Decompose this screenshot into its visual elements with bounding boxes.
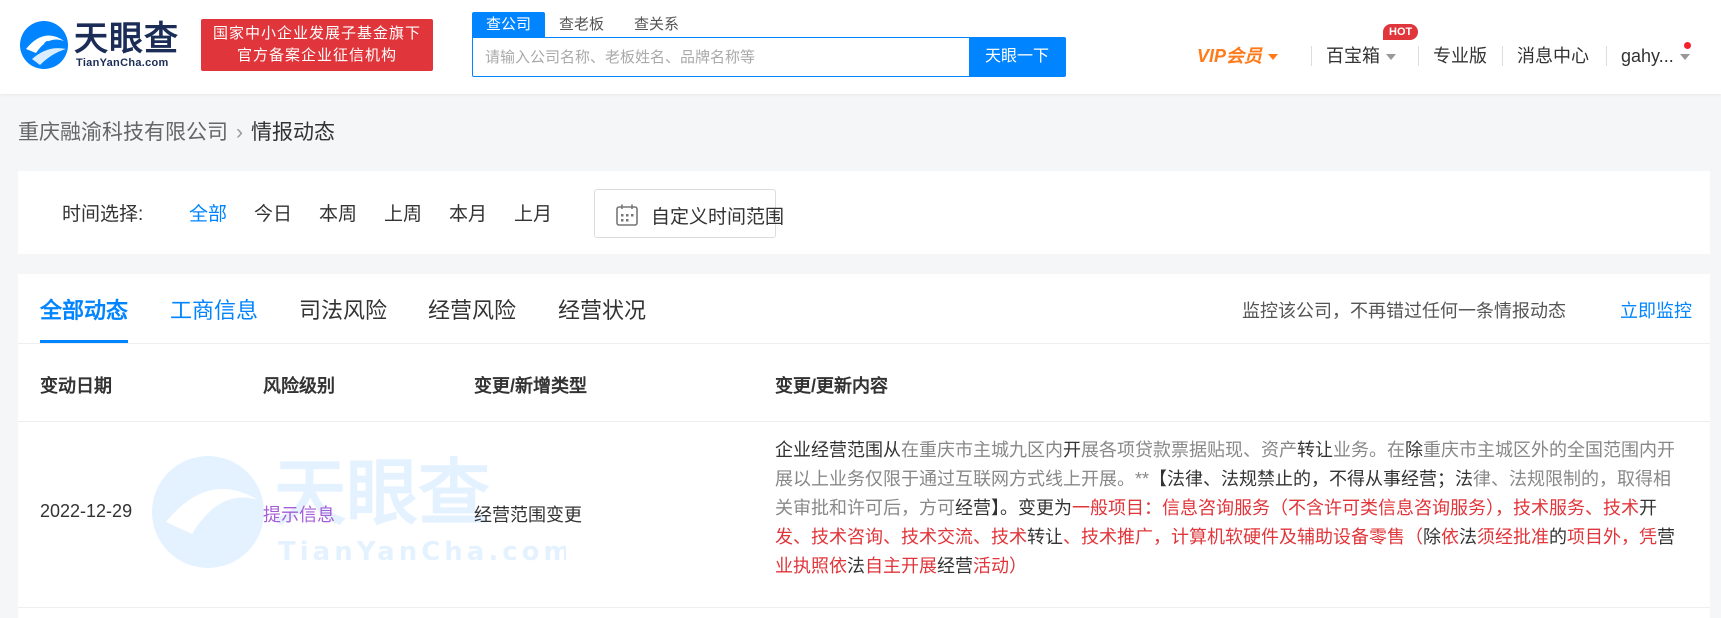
user-menu[interactable]: gahy...: [1621, 44, 1690, 68]
notification-dot: [1684, 42, 1691, 49]
risk-level: 提示信息: [263, 505, 335, 525]
content-segment: 营: [1657, 527, 1675, 547]
nav-divider: [1502, 46, 1503, 66]
change-type: 经营范围变更: [474, 505, 582, 525]
content-segment: 开: [1063, 440, 1081, 460]
content-segment: 展各项贷款票据贴现、资产: [1081, 440, 1297, 460]
content-segment: 发、技术咨询、技术交流、技术: [775, 527, 1027, 547]
custom-time-range-button[interactable]: 自定义时间范围: [594, 189, 784, 238]
svg-text:TianYanCha.com: TianYanCha.com: [278, 537, 566, 567]
top-header: 天眼查 TianYanCha.com 国家中小企业发展子基金旗下 官方备案企业征…: [0, 0, 1721, 94]
official-badge: 国家中小企业发展子基金旗下 官方备案企业征信机构: [201, 19, 433, 71]
tab-operating-risk[interactable]: 经营风险: [428, 296, 516, 326]
hot-badge: HOT: [1383, 24, 1419, 40]
content-segment: 、技术推广，计算机软硬件及辅助设备零售（: [1063, 527, 1423, 547]
category-tabs: 全部动态 工商信息 司法风险 经营风险 经营状况 监控该公司，不再错过任何一条情…: [18, 274, 1710, 344]
nav-divider: [1311, 46, 1312, 66]
table-header: 变动日期 风险级别 变更/新增类型 变更/更新内容: [18, 344, 1710, 422]
column-header-content: 变更/更新内容: [775, 376, 889, 396]
column-header-date: 变动日期: [40, 376, 112, 396]
logo-text: 天眼查: [74, 20, 179, 58]
vip-member-menu[interactable]: VIP会员: [1197, 44, 1279, 68]
tab-business-info[interactable]: 工商信息: [170, 296, 258, 326]
search-box: 天眼一下: [472, 37, 1066, 77]
content-segment: 业执照依: [775, 556, 847, 576]
chevron-down-icon: [1679, 54, 1690, 61]
content-segment: 的: [1549, 527, 1567, 547]
content-segment: 转让: [1027, 527, 1063, 547]
content-segment: 开: [1639, 498, 1657, 518]
tianyancha-logo[interactable]: 天眼查 TianYanCha.com: [18, 19, 188, 71]
time-filter-label: 时间选择:: [62, 204, 144, 225]
change-content: 企业经营范围从在重庆市主城九区内开展各项贷款票据贴现、资产转让业务。在除重庆市主…: [775, 436, 1675, 581]
content-segment: 经营: [937, 556, 973, 576]
content-segment: 法: [847, 556, 865, 576]
content-segment: 企业经营范围从: [775, 440, 901, 460]
tab-operating-status[interactable]: 经营状况: [558, 296, 646, 326]
content-segment: 依: [1441, 527, 1459, 547]
chevron-down-icon: [1268, 54, 1279, 61]
content-segment: 自主开展: [865, 556, 937, 576]
change-date: 2022-12-29: [40, 501, 133, 521]
logo-eye-icon: [20, 21, 68, 69]
monitor-now-link[interactable]: 立即监控: [1620, 298, 1692, 324]
content-segment: 须经批准: [1477, 527, 1549, 547]
column-header-risk: 风险级别: [263, 376, 335, 396]
time-option-all[interactable]: 全部: [189, 199, 227, 226]
content-segment: 在重庆市主城九区内: [901, 440, 1063, 460]
nav-divider: [1418, 46, 1419, 66]
news-feed-card: 全部动态 工商信息 司法风险 经营风险 经营状况 监控该公司，不再错过任何一条情…: [18, 274, 1710, 618]
content-segment: 项目外，: [1567, 527, 1639, 547]
content-segment: 凭: [1639, 527, 1657, 547]
content-segment: 业务。在: [1333, 440, 1405, 460]
user-name: gahy...: [1621, 46, 1674, 66]
pro-version-link[interactable]: 专业版: [1433, 44, 1487, 68]
column-header-type: 变更/新增类型: [474, 376, 588, 396]
vip-label: VIP会员: [1197, 46, 1263, 66]
content-segment: 除: [1405, 440, 1423, 460]
breadcrumb-current: 情报动态: [251, 121, 335, 144]
content-segment: 】。变更为: [991, 498, 1072, 518]
time-filter-card: 时间选择: 全部 今日 本周 上周 本月 上月 自定义时间范围: [18, 171, 1710, 254]
time-option-this-week[interactable]: 本周: [319, 199, 357, 226]
time-option-this-month[interactable]: 本月: [449, 199, 487, 226]
time-option-last-month[interactable]: 上月: [514, 199, 552, 226]
content-segment: 活动）: [973, 556, 1027, 576]
search-tab-boss[interactable]: 查老板: [559, 12, 604, 37]
nav-divider: [1606, 46, 1607, 66]
content-segment: 法: [1459, 527, 1477, 547]
time-option-last-week[interactable]: 上周: [384, 199, 422, 226]
content-segment: 除: [1423, 527, 1441, 547]
custom-time-range-label: 自定义时间范围: [651, 207, 785, 228]
badge-line-1: 国家中小企业发展子基金旗下: [212, 25, 421, 42]
baobaoxiang-menu[interactable]: 百宝箱: [1326, 44, 1396, 68]
search-input[interactable]: [473, 38, 969, 76]
search-button[interactable]: 天眼一下: [969, 37, 1065, 77]
time-option-today[interactable]: 今日: [254, 199, 292, 226]
content-segment: 【法律、法规禁止的，不得从事经营；法: [1149, 469, 1474, 489]
content-segment: 经营: [955, 498, 991, 518]
table-row: 天眼查 TianYanCha.com 2022-12-29 提示信息 经营范围变…: [18, 422, 1710, 608]
tab-all-updates[interactable]: 全部动态: [40, 296, 128, 326]
badge-line-2: 官方备案企业征信机构: [236, 47, 397, 64]
logo-domain: TianYanCha.com: [76, 57, 169, 69]
active-tab-indicator: [40, 340, 128, 343]
chevron-down-icon: [1386, 54, 1396, 61]
breadcrumb: 重庆融渝科技有限公司 › 情报动态: [18, 119, 335, 147]
monitor-prompt: 监控该公司，不再错过任何一条情报动态: [1242, 301, 1566, 321]
breadcrumb-company[interactable]: 重庆融渝科技有限公司: [18, 121, 228, 144]
calendar-icon: [616, 204, 638, 226]
search-tab-company[interactable]: 查公司: [472, 12, 546, 37]
content-segment: 转让: [1297, 440, 1333, 460]
tab-judicial-risk[interactable]: 司法风险: [299, 296, 387, 326]
content-segment: 一般项目：信息咨询服务（不含许可类信息咨询服务），技术服务、技术: [1072, 498, 1639, 518]
baobaoxiang-label: 百宝箱: [1326, 46, 1380, 66]
message-center-link[interactable]: 消息中心: [1517, 44, 1589, 68]
chevron-right-icon: ›: [236, 121, 243, 144]
search-tab-relation[interactable]: 查关系: [634, 12, 679, 37]
